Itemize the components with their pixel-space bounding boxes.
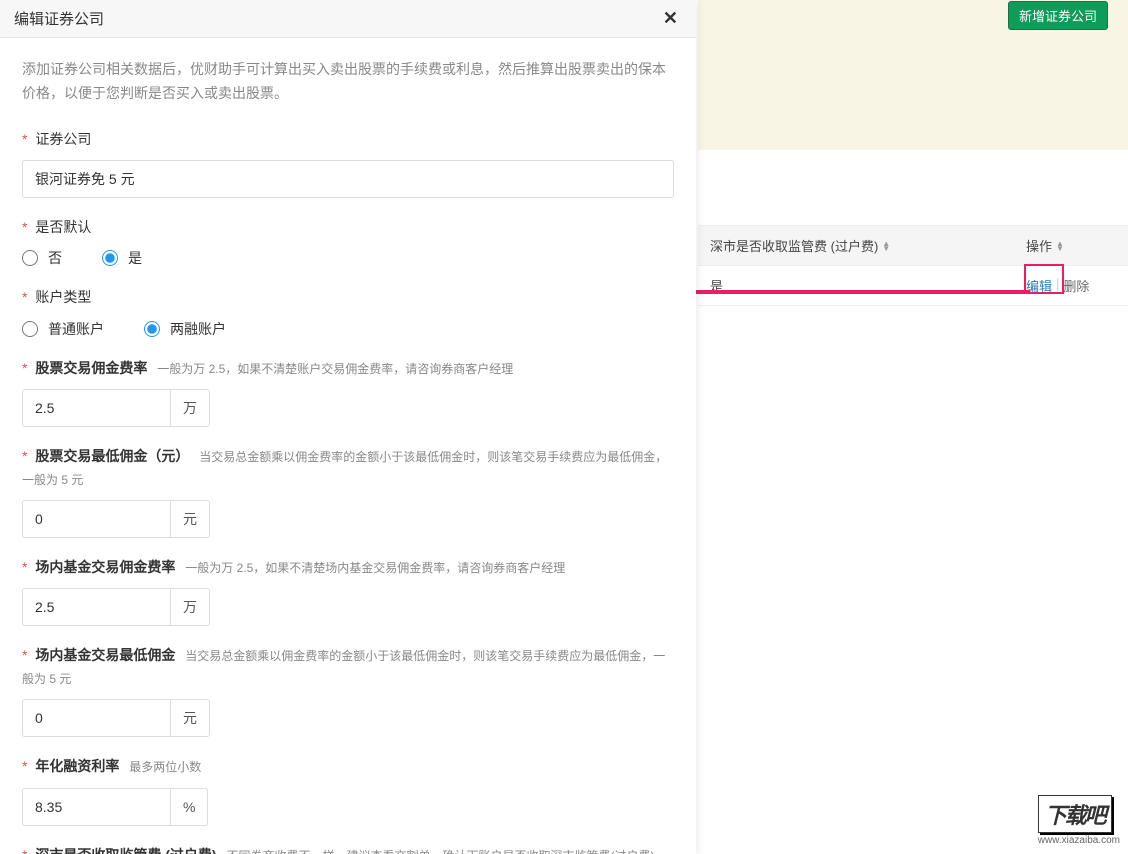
- th-fee-label: 深市是否收取监管费 (过户费): [710, 236, 878, 255]
- hint-text: 不同券商收费不一样，建议查看交割单，确认下账户是否收取深市监管费(过户费): [226, 849, 654, 854]
- field-fund-rate: * 场内基金交易佣金费率 一般为万 2.5，如果不清楚场内基金交易佣金费率，请咨…: [22, 556, 674, 626]
- label-text: 是否默认: [35, 219, 91, 235]
- radio-input-normal[interactable]: [22, 321, 38, 337]
- edit-company-modal: 编辑证券公司 ✕ 添加证券公司相关数据后，优财助手可计算出买入卖出股票的手续费或…: [0, 0, 696, 854]
- label-text: 场内基金交易佣金费率: [35, 559, 175, 575]
- th-action[interactable]: 操作 ▲▼: [1026, 236, 1116, 255]
- field-annual-rate: * 年化融资利率 最多两位小数 %: [22, 755, 674, 825]
- close-icon[interactable]: ✕: [659, 8, 682, 29]
- label-text: 深市是否收取监管费 (过户费): [35, 847, 216, 854]
- required-star: *: [22, 131, 27, 147]
- hint-text: 一般为万 2.5，如果不清楚场内基金交易佣金费率，请咨询券商客户经理: [185, 561, 565, 575]
- label-is-default: * 是否默认: [22, 216, 674, 238]
- field-account-type: * 账户类型 普通账户 两融账户: [22, 286, 674, 338]
- radio-no[interactable]: 否: [22, 248, 62, 268]
- bg-banner: [698, 30, 1128, 150]
- intro-text: 添加证券公司相关数据后，优财助手可计算出买入卖出股票的手续费或利息，然后推算出股…: [22, 58, 674, 106]
- field-stock-min: * 股票交易最低佣金（元） 当交易总金额乘以佣金费率的金额小于该最低佣金时，则该…: [22, 445, 674, 538]
- radio-label-normal: 普通账户: [48, 319, 104, 339]
- radio-row: 普通账户 两融账户: [22, 319, 674, 339]
- modal-body: 添加证券公司相关数据后，优财助手可计算出买入卖出股票的手续费或利息，然后推算出股…: [0, 38, 696, 854]
- radio-input-margin[interactable]: [144, 321, 160, 337]
- bg-topbar: 新增证券公司: [698, 0, 1128, 30]
- input-group: 万: [22, 389, 674, 427]
- sort-icon: ▲▼: [882, 241, 890, 251]
- label-fund-min: * 场内基金交易最低佣金 当交易总金额乘以佣金费率的金额小于该最低佣金时，则该笔…: [22, 644, 674, 689]
- watermark-logo: 下载吧: [1038, 795, 1112, 833]
- radio-row: 否 是: [22, 248, 674, 268]
- radio-margin[interactable]: 两融账户: [144, 319, 226, 339]
- label-annual-rate: * 年化融资利率 最多两位小数: [22, 755, 674, 777]
- th-fee[interactable]: 深市是否收取监管费 (过户费) ▲▼: [710, 236, 1026, 255]
- annual-rate-input[interactable]: [22, 788, 170, 826]
- radio-yes[interactable]: 是: [102, 248, 142, 268]
- sort-icon: ▲▼: [1056, 241, 1064, 251]
- label-text: 股票交易最低佣金（元）: [35, 448, 189, 464]
- required-star: *: [22, 559, 27, 575]
- required-star: *: [22, 647, 27, 663]
- delete-link[interactable]: 删除: [1063, 276, 1089, 295]
- required-star: *: [22, 448, 27, 464]
- fund-rate-input[interactable]: [22, 588, 170, 626]
- label-text: 场内基金交易最低佣金: [35, 647, 175, 663]
- input-group: %: [22, 788, 674, 826]
- label-text: 年化融资利率: [35, 758, 119, 774]
- radio-label-yes: 是: [128, 248, 142, 268]
- radio-input-yes[interactable]: [102, 250, 118, 266]
- radio-normal[interactable]: 普通账户: [22, 319, 104, 339]
- label-text: 证券公司: [35, 131, 91, 147]
- hint-text: 最多两位小数: [129, 760, 201, 774]
- table-header: 深市是否收取监管费 (过户费) ▲▼ 操作 ▲▼: [698, 225, 1128, 266]
- cell-fee: 是: [710, 276, 1026, 295]
- input-group: 元: [22, 699, 674, 737]
- radio-label-no: 否: [48, 248, 62, 268]
- label-text: 账户类型: [35, 289, 91, 305]
- cell-action: 编辑 | 删除: [1026, 276, 1116, 295]
- hint-text: 一般为万 2.5，如果不清楚账户交易佣金费率，请咨询券商客户经理: [157, 362, 513, 376]
- new-company-button[interactable]: 新增证券公司: [1008, 1, 1108, 30]
- input-group: 万: [22, 588, 674, 626]
- field-is-default: * 是否默认 否 是: [22, 216, 674, 268]
- bg-table: 深市是否收取监管费 (过户费) ▲▼ 操作 ▲▼ 是 编辑 | 删除: [698, 225, 1128, 306]
- company-input[interactable]: [22, 160, 674, 198]
- field-stock-rate: * 股票交易佣金费率 一般为万 2.5，如果不清楚账户交易佣金费率，请咨询券商客…: [22, 357, 674, 427]
- suffix-wan: 万: [170, 389, 210, 427]
- suffix-wan: 万: [170, 588, 210, 626]
- suffix-yuan: 元: [170, 699, 210, 737]
- fund-min-input[interactable]: [22, 699, 170, 737]
- edit-link[interactable]: 编辑: [1026, 276, 1052, 295]
- radio-input-no[interactable]: [22, 250, 38, 266]
- stock-min-input[interactable]: [22, 500, 170, 538]
- label-stock-rate: * 股票交易佣金费率 一般为万 2.5，如果不清楚账户交易佣金费率，请咨询券商客…: [22, 357, 674, 379]
- label-text: 股票交易佣金费率: [35, 360, 147, 376]
- radio-label-margin: 两融账户: [170, 319, 226, 339]
- label-stock-min: * 股票交易最低佣金（元） 当交易总金额乘以佣金费率的金额小于该最低佣金时，则该…: [22, 445, 674, 490]
- divider: |: [1056, 276, 1059, 295]
- stock-rate-input[interactable]: [22, 389, 170, 427]
- field-shenzhen-fee: * 深市是否收取监管费 (过户费) 不同券商收费不一样，建议查看交割单，确认下账…: [22, 844, 674, 854]
- suffix-yuan: 元: [170, 500, 210, 538]
- required-star: *: [22, 758, 27, 774]
- label-fund-rate: * 场内基金交易佣金费率 一般为万 2.5，如果不清楚场内基金交易佣金费率，请咨…: [22, 556, 674, 578]
- th-action-label: 操作: [1026, 236, 1052, 255]
- field-company: * 证券公司: [22, 128, 674, 198]
- required-star: *: [22, 289, 27, 305]
- input-group: 元: [22, 500, 674, 538]
- label-account-type: * 账户类型: [22, 286, 674, 308]
- field-fund-min: * 场内基金交易最低佣金 当交易总金额乘以佣金费率的金额小于该最低佣金时，则该笔…: [22, 644, 674, 737]
- modal-title: 编辑证券公司: [14, 8, 104, 29]
- required-star: *: [22, 847, 27, 854]
- table-row: 是 编辑 | 删除: [698, 266, 1128, 306]
- modal-header: 编辑证券公司 ✕: [0, 0, 696, 38]
- label-company: * 证券公司: [22, 128, 674, 150]
- required-star: *: [22, 219, 27, 235]
- label-shenzhen-fee: * 深市是否收取监管费 (过户费) 不同券商收费不一样，建议查看交割单，确认下账…: [22, 844, 674, 854]
- watermark-url: www.xiazaiba.com: [1038, 835, 1120, 846]
- required-star: *: [22, 360, 27, 376]
- watermark: 下载吧 www.xiazaiba.com: [1038, 795, 1120, 846]
- suffix-percent: %: [170, 788, 208, 826]
